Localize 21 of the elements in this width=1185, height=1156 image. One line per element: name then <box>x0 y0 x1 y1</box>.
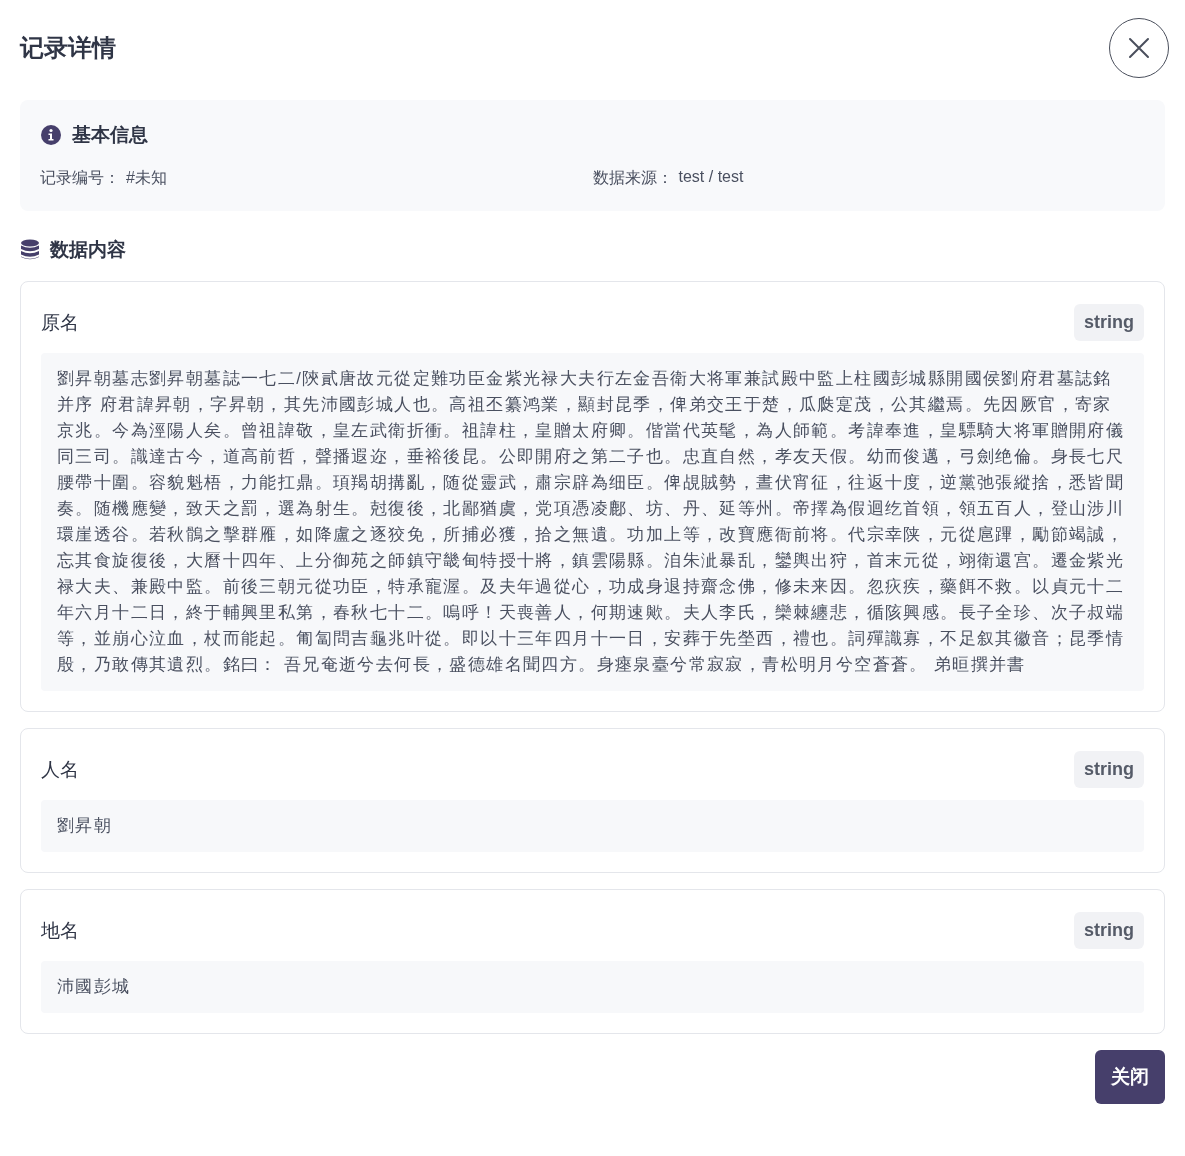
field-value: 沛國彭城 <box>41 961 1144 1013</box>
dialog-title: 记录详情 <box>20 33 116 63</box>
type-badge: string <box>1074 912 1144 949</box>
type-badge: string <box>1074 751 1144 788</box>
type-badge: string <box>1074 304 1144 341</box>
field-name: 地名 <box>41 918 79 943</box>
field-name: 人名 <box>41 757 79 782</box>
field-label: 记录编号： <box>40 168 120 188</box>
info-icon <box>40 124 62 146</box>
field-name: 原名 <box>41 310 79 335</box>
field-label: 数据来源： <box>592 168 673 188</box>
field-value: 劉昇朝 <box>41 800 1144 852</box>
field-value: 劉昇朝墓志劉昇朝墓誌一七二/陝貳唐故元從定難功臣金紫光禄大夫行左金吾衛大将軍兼試殿中監上柱國彭城縣開國侯劉府君墓誌銘并序 府君諱昇朝，字昇朝，其先沛國彭城人也。高祖丕纂鸿業，顯封昆季，俾弟交王于楚，瓜瓞寔茂，公其繼焉。先因厥官，寄家京兆。今為涇陽人矣。曾祖諱敬，皇左武衛折衝。祖諱柱，皇贈太府卿。偕當代英髦，為人師範。考諱奉進，皇驃騎大将軍贈開府儀同三司。識達古今，道高前哲，聲播遐迩，垂裕後昆。公即開府之第二子也。忠直自然，孝友天假。幼而俊邁，弓劍绝倫。身長七尺腰帶十圍。容貌魁梧，力能扛鼎。頊羯胡搆亂，随從靈武，肅宗辟為细臣。俾覘賊勢，晝伏宵征，往返十度，逆黨弛張縱捨，悉皆聞奏。随機應變，致天之罰，選為射生。尅復後，北鄙猶虞，党項憑凌鄜、坊、丹、延等州。帝擇為假迴纥首領，領五百人，登山涉川環崖透谷。若秋鶻之擊群雁，如降盧之逐狡免，所捕必獲，拾之無遺。功加上等，改寶應衙前将。代宗幸陕，元從扈蹕，勵節竭誠，忘其食旋復後，大曆十四年、上分御苑之師鎮守畿甸特授十將，鎮雲陽縣。洎朱泚暴乱，鑾輿出狩，首末元從，翊衛還宫。遷金紫光禄大夫、兼殿中監。前後三朝元從功臣，特承寵渥。及夫年過從心，功成身退持齋念佛，修未来因。忽疢疾，藥餌不救。以貞元十二年六月十二日，終于輔興里私第，春秋七十二。嗚呼！天喪善人，何期速歟。夫人李氏，欒棘纏悲，循陔興感。長子全珍、次子叔端等，並崩心泣血，杖而能起。匍匐問吉龜兆叶從。即以十三年四月十一日，安葬于先塋西，禮也。詞殫識寡，不足叙其徽音；昆季情殷，乃敢傳其遺烈。銘曰： 吾兄奄逝兮去何長，盛德雄名聞四方。身瘞泉臺兮常寂寂，青松明月兮空蒼蒼。 弟晅撰并書 <box>41 353 1144 691</box>
close-button[interactable] <box>1109 18 1169 78</box>
section-title: 基本信息 <box>72 123 148 147</box>
database-icon <box>20 239 40 261</box>
section-title: 数据内容 <box>50 238 126 262</box>
close-icon <box>1128 37 1150 59</box>
field-value: #未知 <box>126 168 167 188</box>
close-button[interactable]: 关闭 <box>1095 1050 1165 1104</box>
field-value: test / test <box>678 168 744 187</box>
